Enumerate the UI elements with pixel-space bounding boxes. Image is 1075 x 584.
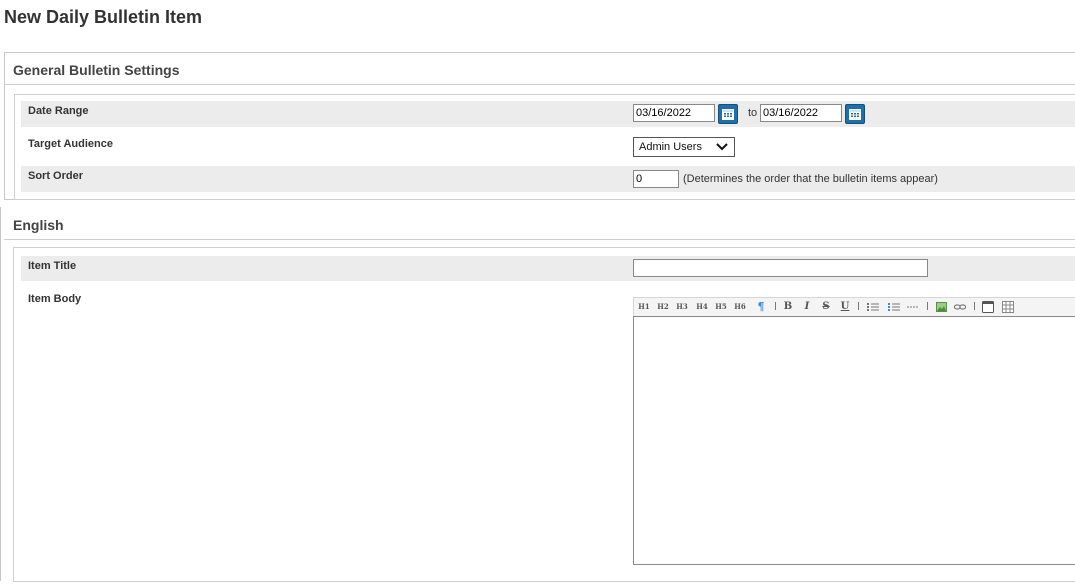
toolbar-separator [858,302,859,310]
item-title-input[interactable] [633,259,928,277]
link-button[interactable] [953,300,967,314]
heading6-button[interactable]: H6 [733,300,747,314]
heading4-button[interactable]: H4 [695,300,709,314]
toolbar-separator [974,302,975,310]
sort-order-label: Sort Order [28,170,84,182]
editor-toolbar: H1 H2 H3 H4 H5 H6 ¶ B I S U [633,297,1075,317]
date-range-row: Date Range [21,101,1075,127]
target-audience-value: Admin Users [639,141,702,153]
to-label: to [748,107,758,119]
source-button[interactable] [981,300,995,314]
divider [4,239,1075,240]
toolbar-separator [927,302,928,310]
date-range-end-input[interactable] [760,104,842,122]
image-icon [935,302,947,312]
target-audience-label: Target Audience [28,138,113,150]
chevron-down-icon [716,143,728,151]
target-audience-row: Target Audience [21,134,1075,160]
heading5-button[interactable]: H5 [714,300,728,314]
table-button[interactable] [1001,300,1015,314]
calendar-icon [722,109,734,120]
english-heading: English [13,217,64,233]
paragraph-button[interactable]: ¶ [754,300,768,314]
calendar-icon [849,109,861,120]
item-title-label: Item Title [28,260,77,272]
toolbar-separator [775,302,776,310]
horizontal-rule-button[interactable] [906,300,920,314]
bold-button[interactable]: B [782,300,794,314]
italic-button[interactable]: I [801,300,813,314]
target-audience-select[interactable]: Admin Users [633,137,735,157]
sort-order-hint: (Determines the order that the bulletin … [683,173,938,185]
item-body-label: Item Body [28,293,82,305]
window-icon [982,301,994,313]
underline-button[interactable]: U [839,300,851,314]
general-settings-heading: General Bulletin Settings [13,62,180,78]
heading2-button[interactable]: H2 [656,300,670,314]
end-date-calendar-button[interactable] [845,104,865,124]
link-icon [954,304,966,310]
divider [5,84,1075,85]
ordered-list-button[interactable] [887,300,901,314]
ordered-list-icon [888,303,900,311]
image-button[interactable] [934,300,948,314]
unordered-list-icon [867,303,879,311]
table-icon [1002,301,1014,313]
heading3-button[interactable]: H3 [675,300,689,314]
item-body-editor[interactable] [633,316,1075,565]
strikethrough-button[interactable]: S [820,300,832,314]
date-range-label: Date Range [28,105,89,117]
heading1-button[interactable]: H1 [637,300,651,314]
page-title: New Daily Bulletin Item [4,7,203,27]
start-date-calendar-button[interactable] [718,104,738,124]
date-range-start-input[interactable] [633,104,715,122]
unordered-list-button[interactable] [866,300,880,314]
sort-order-input[interactable] [633,170,679,188]
horizontal-rule-icon [907,306,919,308]
